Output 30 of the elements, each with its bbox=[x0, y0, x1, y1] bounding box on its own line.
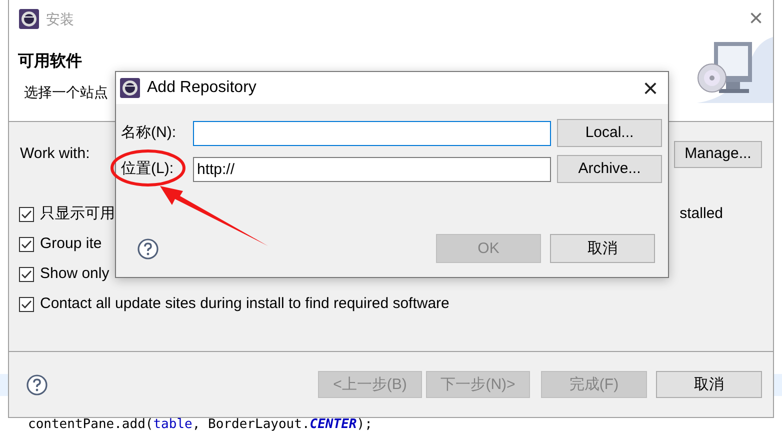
checkbox[interactable] bbox=[19, 206, 34, 222]
app-icon bbox=[119, 77, 141, 99]
input-field[interactable] bbox=[193, 120, 551, 146]
archive-button[interactable]: Archive... bbox=[557, 155, 662, 183]
field-label: Work with: bbox=[19, 144, 90, 164]
help-icon[interactable] bbox=[26, 374, 48, 396]
close-button[interactable]: × bbox=[738, 7, 773, 31]
checkbox-label: Show only bbox=[40, 264, 110, 284]
cancel-button[interactable]: 取消 bbox=[550, 234, 655, 263]
checkbox-label: stalled bbox=[680, 204, 723, 224]
code-line: contentPane.add(table, BorderLayout.CENTER); bbox=[27, 419, 374, 431]
input-field[interactable]: http:// bbox=[193, 156, 551, 182]
window-title: 安装 bbox=[46, 10, 74, 28]
page-description: 选择一个站点 bbox=[23, 83, 108, 102]
app-icon bbox=[18, 8, 40, 30]
checkbox-label: Contact all update sites during install to find required software bbox=[40, 294, 450, 314]
checkbox[interactable] bbox=[19, 296, 34, 312]
checkbox-label: Group ite bbox=[40, 234, 102, 254]
field-label: 位置(L): bbox=[121, 158, 174, 179]
field-label: 名称(N): bbox=[121, 122, 176, 143]
checkbox[interactable] bbox=[19, 266, 34, 282]
manage-button[interactable]: Manage... bbox=[674, 140, 762, 168]
checkbox[interactable] bbox=[19, 236, 34, 252]
local-button[interactable]: Local... bbox=[557, 119, 662, 147]
help-icon[interactable] bbox=[137, 238, 159, 260]
dialog-title: Add Repository bbox=[147, 78, 256, 98]
page-title: 可用软件 bbox=[18, 52, 83, 72]
checkbox-label: 只显示可用 bbox=[40, 204, 115, 224]
close-button[interactable]: × bbox=[632, 76, 668, 100]
cancel-button[interactable]: 取消 bbox=[656, 371, 762, 398]
